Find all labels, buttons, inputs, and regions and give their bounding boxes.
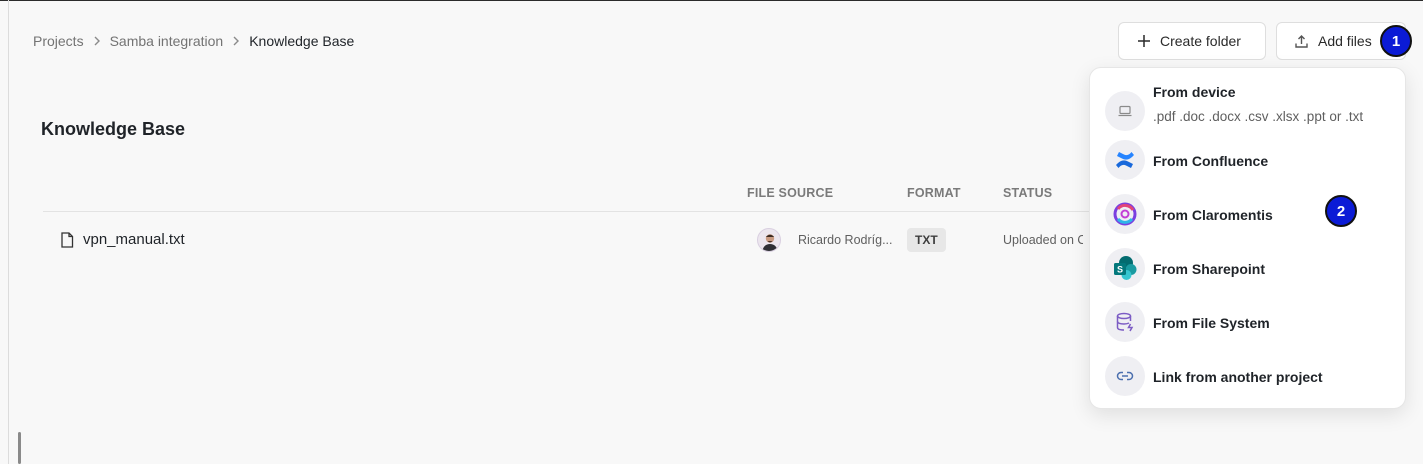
- table-row[interactable]: vpn_manual.txt Ricardo Rodríg... TXT Upl…: [43, 224, 1143, 256]
- step-marker-2: 2: [1325, 195, 1357, 227]
- breadcrumb-projects[interactable]: Projects: [33, 33, 84, 49]
- menu-item-label: From device: [1153, 84, 1236, 100]
- format-badge: TXT: [907, 228, 946, 252]
- menu-item-label: Link from another project: [1153, 369, 1323, 385]
- chevron-right-icon: [93, 36, 101, 46]
- claromentis-icon: [1105, 194, 1145, 234]
- confluence-icon: [1105, 140, 1145, 180]
- file-icon: [60, 232, 74, 253]
- svg-text:S: S: [1117, 265, 1123, 275]
- create-folder-label: Create folder: [1160, 33, 1241, 49]
- plus-icon: [1137, 34, 1151, 48]
- column-header-file-source[interactable]: FILE SOURCE: [747, 186, 833, 200]
- avatar: [757, 228, 781, 252]
- add-files-menu: From device .pdf .doc .docx .csv .xlsx .…: [1089, 67, 1406, 409]
- link-icon: [1105, 356, 1145, 396]
- menu-item-link-from-another-project[interactable]: Link from another project: [1105, 356, 1395, 398]
- breadcrumb-knowledge-base: Knowledge Base: [249, 33, 355, 49]
- sharepoint-icon: S: [1105, 248, 1145, 288]
- chevron-right-icon: [232, 36, 240, 46]
- menu-item-label: From File System: [1153, 315, 1270, 331]
- page-title: Knowledge Base: [41, 119, 186, 139]
- window-top-border: [0, 0, 1423, 1]
- menu-item-from-file-system[interactable]: From File System: [1105, 302, 1395, 344]
- menu-item-label: From Claromentis: [1153, 207, 1273, 223]
- file-name[interactable]: vpn_manual.txt: [83, 231, 185, 248]
- menu-item-label: From Sharepoint: [1153, 261, 1266, 277]
- laptop-icon: [1105, 91, 1145, 131]
- resize-handle[interactable]: [18, 432, 21, 464]
- menu-item-description: .pdf .doc .docx .csv .xlsx .ppt or .txt: [1153, 109, 1364, 124]
- upload-icon: [1294, 34, 1309, 49]
- step-marker-1: 1: [1380, 25, 1412, 57]
- menu-item-from-device[interactable]: From device .pdf .doc .docx .csv .xlsx .…: [1105, 84, 1395, 133]
- file-status: Uploaded on Oc: [1003, 233, 1083, 247]
- table-divider: [43, 211, 1143, 212]
- sidebar-divider: [8, 0, 9, 464]
- menu-item-from-sharepoint[interactable]: S From Sharepoint: [1105, 248, 1395, 290]
- menu-item-from-confluence[interactable]: From Confluence: [1105, 140, 1395, 182]
- breadcrumb-samba-integration[interactable]: Samba integration: [110, 33, 224, 49]
- column-header-status[interactable]: STATUS: [1003, 186, 1052, 200]
- add-files-label: Add files: [1318, 33, 1372, 49]
- breadcrumb: Projects Samba integration Knowledge Bas…: [33, 32, 354, 50]
- menu-item-label: From Confluence: [1153, 153, 1269, 169]
- column-header-format[interactable]: FORMAT: [907, 186, 961, 200]
- database-icon: [1105, 302, 1145, 342]
- file-owner: Ricardo Rodríg...: [798, 233, 893, 247]
- create-folder-button[interactable]: Create folder: [1118, 22, 1266, 60]
